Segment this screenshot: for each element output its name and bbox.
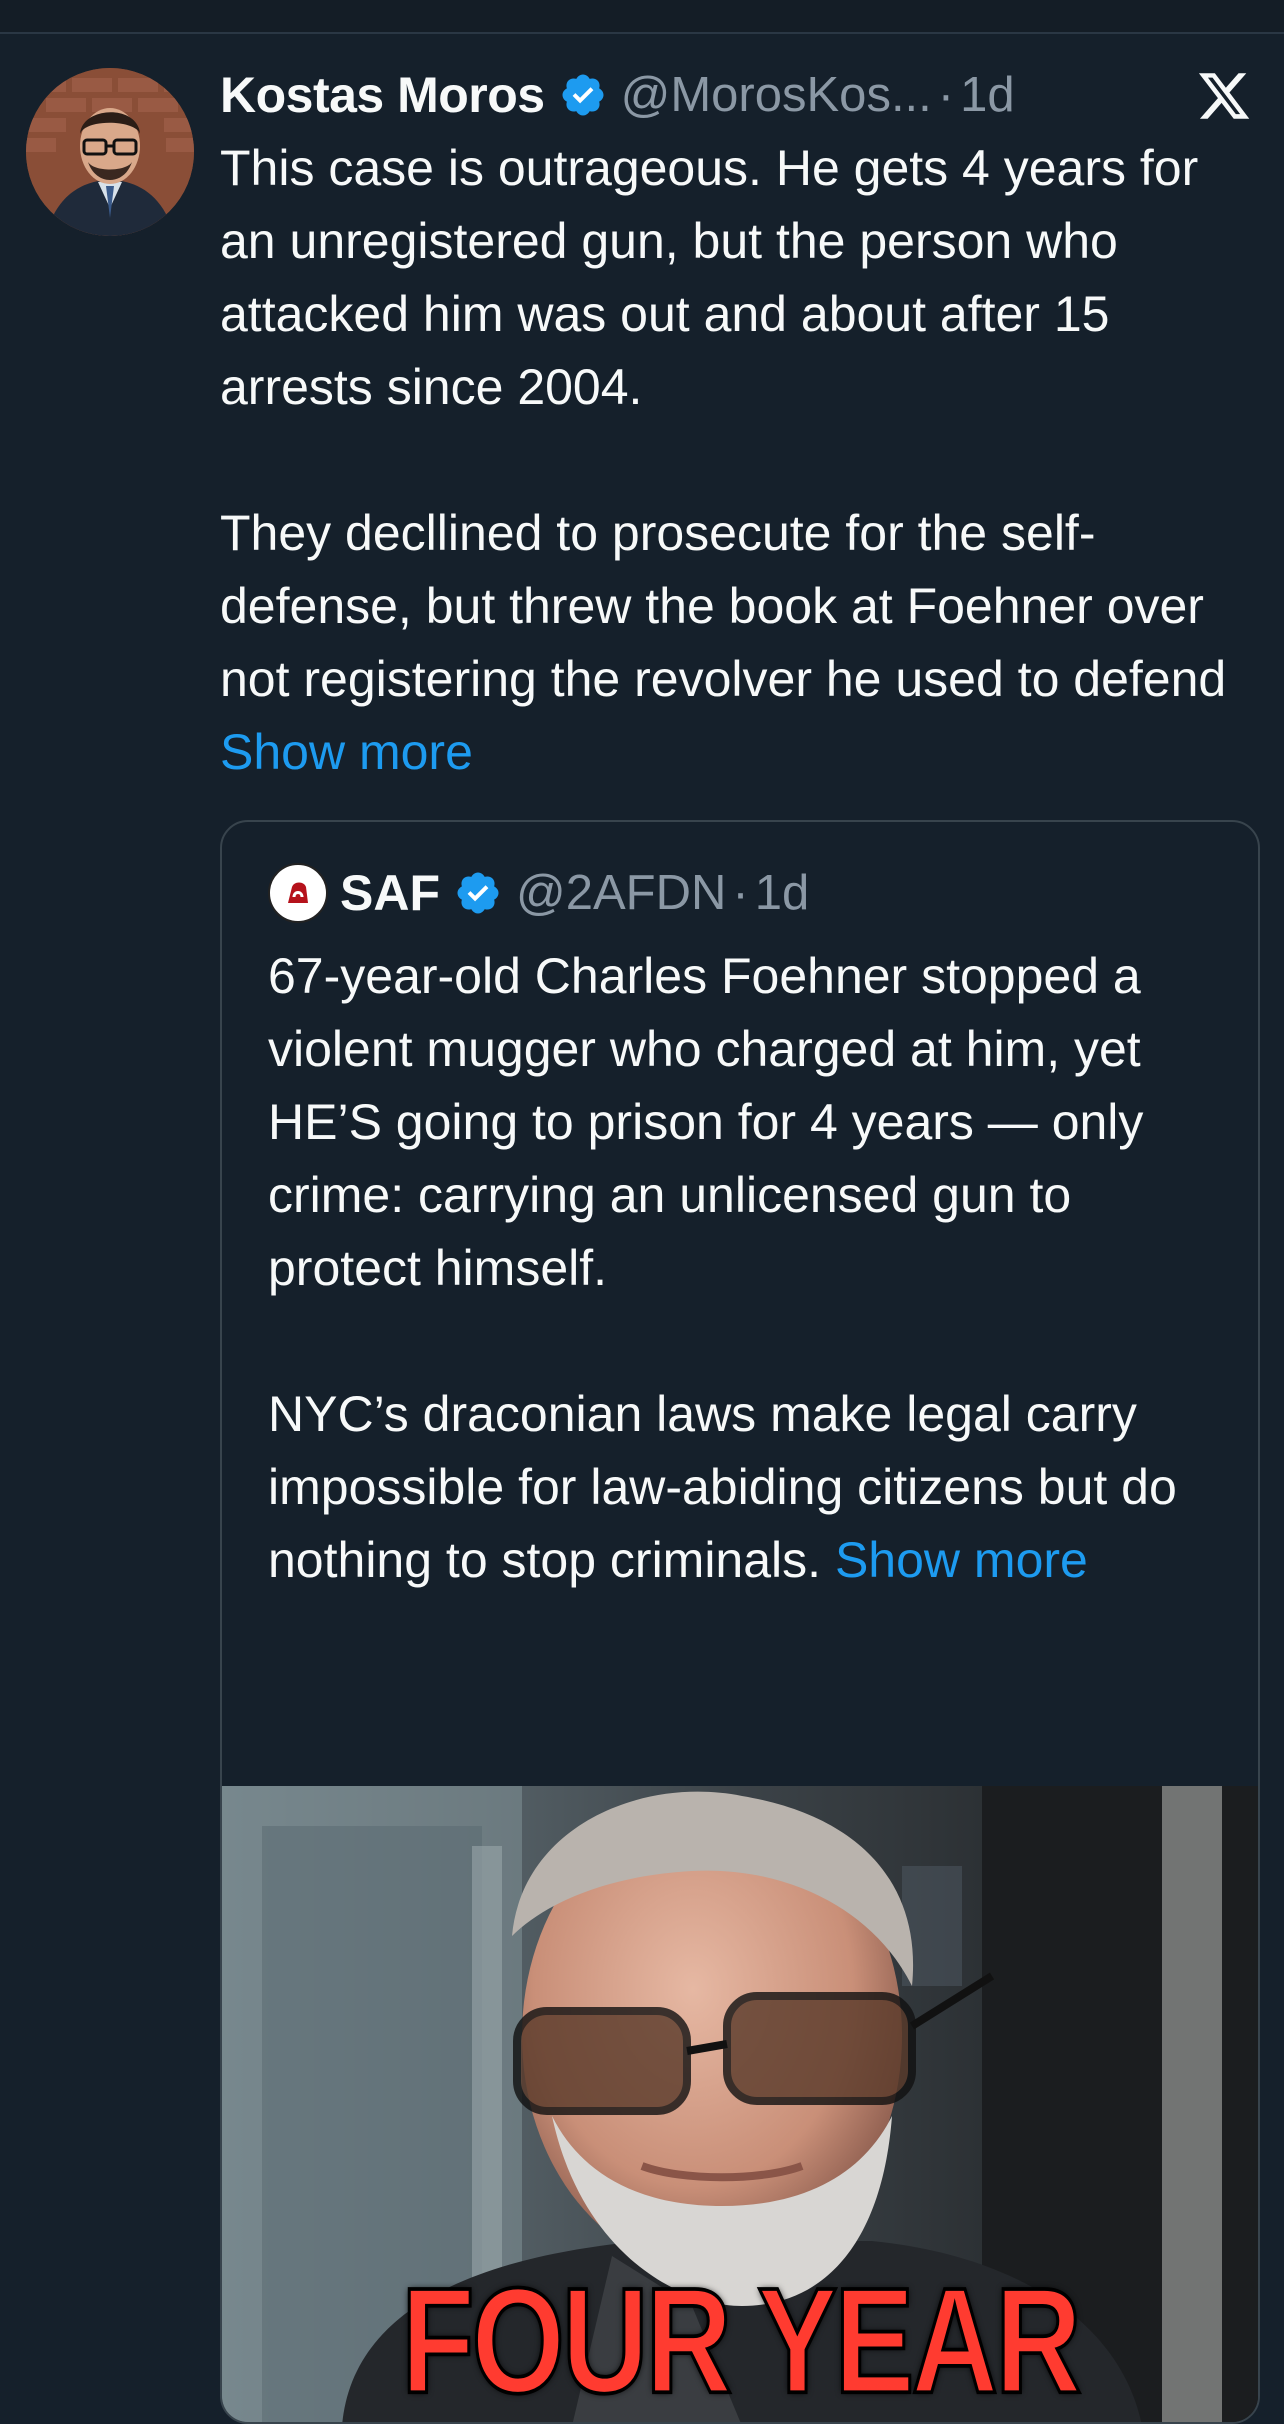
- quoted-author-display-name[interactable]: SAF: [340, 864, 440, 922]
- tweet-body: This case is outrageous. He gets 4 years…: [220, 132, 1260, 789]
- quoted-tweet-photo[interactable]: FOUR YEAR: [222, 1786, 1258, 2424]
- avatar-image: [26, 68, 194, 236]
- quoted-tweet-header: SAF @2AFDN · 1d: [268, 858, 809, 928]
- verified-badge-icon: [562, 74, 604, 116]
- show-more-link[interactable]: Show more: [220, 724, 473, 780]
- quoted-author-handle[interactable]: @2AFDN: [516, 865, 726, 921]
- tweet-header: Kostas Moros @MorosKos... · 1d: [220, 60, 1015, 130]
- saf-avatar[interactable]: [268, 863, 328, 923]
- author-handle[interactable]: @MorosKos...: [621, 67, 932, 123]
- quoted-tweet-card[interactable]: SAF @2AFDN · 1d 67-year-old Charles Foeh…: [220, 820, 1260, 2424]
- quoted-tweet-paragraph: NYC’s draconian laws make legal carry im…: [268, 1378, 1228, 1597]
- quoted-tweet-body: 67-year-old Charles Foehner stopped a vi…: [268, 940, 1228, 1597]
- quoted-show-more-link[interactable]: Show more: [835, 1532, 1088, 1588]
- photo-caption-text: FOUR YEAR: [400, 2257, 1084, 2424]
- verified-badge-icon: [457, 872, 499, 914]
- quoted-tweet-paragraph: 67-year-old Charles Foehner stopped a vi…: [268, 948, 1144, 1296]
- x-logo-icon[interactable]: [1196, 68, 1252, 124]
- tweet-paragraph-text: They decllined to prosecute for the self…: [220, 505, 1227, 707]
- top-divider: [0, 0, 1284, 34]
- separator-dot: ·: [937, 68, 955, 122]
- author-display-name[interactable]: Kostas Moros: [220, 66, 545, 124]
- tweet-timestamp[interactable]: 1d: [960, 67, 1015, 123]
- tweet-paragraph: This case is outrageous. He gets 4 years…: [220, 140, 1199, 415]
- tweet-paragraph: They decllined to prosecute for the self…: [220, 497, 1260, 789]
- author-avatar[interactable]: [26, 68, 194, 236]
- saf-logo-icon: [279, 874, 317, 912]
- quoted-tweet-timestamp[interactable]: 1d: [755, 865, 810, 921]
- separator-dot: ·: [732, 866, 749, 920]
